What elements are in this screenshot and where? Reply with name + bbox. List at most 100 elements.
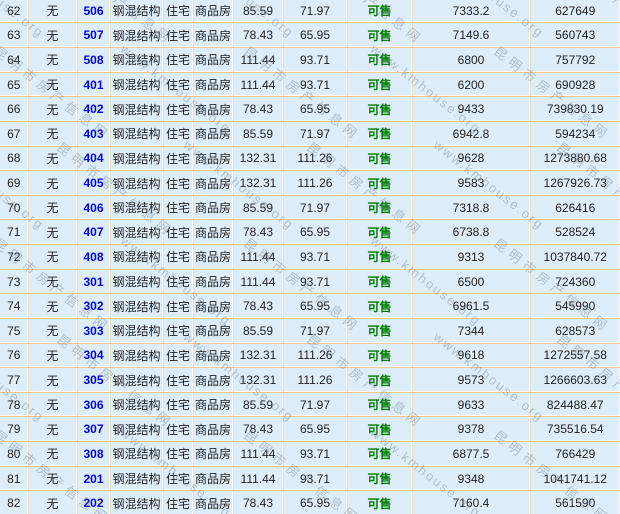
inner-area-cell: 93.71 xyxy=(283,245,347,270)
unit-price-cell: 6800 xyxy=(412,48,530,73)
structure-cell: 钢混结构 xyxy=(110,220,163,245)
structure-cell: 钢混结构 xyxy=(110,466,163,491)
room-number-link[interactable]: 303 xyxy=(83,324,103,338)
sale-status-badge: 可售 xyxy=(367,250,391,264)
house-type-cell: 商品房 xyxy=(193,23,233,48)
build-area-cell: 78.43 xyxy=(233,491,283,514)
room-number-link[interactable]: 201 xyxy=(83,472,103,486)
total-price-cell: 757792 xyxy=(530,48,620,73)
structure-cell: 钢混结构 xyxy=(110,269,163,294)
sequence-number-cell: 67 xyxy=(0,121,28,146)
build-area-cell: 78.43 xyxy=(233,294,283,319)
unit-price-cell: 6200 xyxy=(412,72,530,97)
housing-listing-screen: 62无506钢混结构住宅商品房85.5971.97可售7333.26276496… xyxy=(0,0,620,514)
build-area-cell: 111.44 xyxy=(233,48,283,73)
housing-units-table: 62无506钢混结构住宅商品房85.5971.97可售7333.26276496… xyxy=(0,0,620,514)
room-number-link[interactable]: 301 xyxy=(83,275,103,289)
build-area-cell: 132.31 xyxy=(233,171,283,196)
inner-area-cell: 65.95 xyxy=(283,23,347,48)
mortgage-status-cell: 无 xyxy=(28,72,77,97)
inner-area-cell: 111.26 xyxy=(283,368,347,393)
inner-area-cell: 71.97 xyxy=(283,121,347,146)
unit-price-cell: 9433 xyxy=(412,97,530,122)
house-type-cell: 商品房 xyxy=(193,491,233,514)
room-number-link[interactable]: 403 xyxy=(83,127,103,141)
sale-status-badge: 可售 xyxy=(367,472,391,486)
table-row: 68无404钢混结构住宅商品房132.31111.26可售96281273880… xyxy=(0,146,620,171)
room-number-link[interactable]: 401 xyxy=(83,78,103,92)
sale-status-cell: 可售 xyxy=(347,318,412,343)
room-number-cell: 407 xyxy=(77,220,110,245)
structure-cell: 钢混结构 xyxy=(110,171,163,196)
sale-status-badge: 可售 xyxy=(367,201,391,215)
unit-price-cell: 7333.2 xyxy=(412,0,530,23)
usage-cell: 住宅 xyxy=(163,195,193,220)
house-type-cell: 商品房 xyxy=(193,220,233,245)
room-number-link[interactable]: 302 xyxy=(83,299,103,313)
total-price-cell: 766429 xyxy=(530,442,620,467)
usage-cell: 住宅 xyxy=(163,417,193,442)
room-number-link[interactable]: 305 xyxy=(83,373,103,387)
table-row: 64无508钢混结构住宅商品房111.4493.71可售6800757792 xyxy=(0,48,620,73)
house-type-cell: 商品房 xyxy=(193,48,233,73)
sale-status-badge: 可售 xyxy=(367,300,391,314)
room-number-cell: 201 xyxy=(77,466,110,491)
usage-cell: 住宅 xyxy=(163,121,193,146)
unit-price-cell: 7318.8 xyxy=(412,195,530,220)
room-number-cell: 305 xyxy=(77,368,110,393)
usage-cell: 住宅 xyxy=(163,146,193,171)
table-row: 76无304钢混结构住宅商品房132.31111.26可售96181272557… xyxy=(0,343,620,368)
sale-status-cell: 可售 xyxy=(347,72,412,97)
sale-status-badge: 可售 xyxy=(367,423,391,437)
build-area-cell: 85.59 xyxy=(233,392,283,417)
room-number-link[interactable]: 404 xyxy=(83,151,103,165)
table-row: 74无302钢混结构住宅商品房78.4365.95可售6961.5545990 xyxy=(0,294,620,319)
structure-cell: 钢混结构 xyxy=(110,294,163,319)
room-number-link[interactable]: 506 xyxy=(83,4,103,18)
house-type-cell: 商品房 xyxy=(193,417,233,442)
sale-status-badge: 可售 xyxy=(367,127,391,141)
room-number-link[interactable]: 407 xyxy=(83,225,103,239)
room-number-link[interactable]: 405 xyxy=(83,176,103,190)
sequence-number-cell: 78 xyxy=(0,392,28,417)
room-number-link[interactable]: 408 xyxy=(83,250,103,264)
room-number-link[interactable]: 402 xyxy=(83,102,103,116)
table-row: 77无305钢混结构住宅商品房132.31111.26可售95731266603… xyxy=(0,368,620,393)
room-number-link[interactable]: 304 xyxy=(83,348,103,362)
sale-status-cell: 可售 xyxy=(347,466,412,491)
sale-status-badge: 可售 xyxy=(367,447,391,461)
sale-status-badge: 可售 xyxy=(367,374,391,388)
room-number-link[interactable]: 306 xyxy=(83,398,103,412)
structure-cell: 钢混结构 xyxy=(110,343,163,368)
room-number-link[interactable]: 406 xyxy=(83,201,103,215)
room-number-link[interactable]: 508 xyxy=(83,53,103,67)
sequence-number-cell: 66 xyxy=(0,97,28,122)
total-price-cell: 1272557.58 xyxy=(530,343,620,368)
mortgage-status-cell: 无 xyxy=(28,220,77,245)
sale-status-badge: 可售 xyxy=(367,29,391,43)
room-number-link[interactable]: 307 xyxy=(83,422,103,436)
room-number-link[interactable]: 308 xyxy=(83,447,103,461)
sale-status-cell: 可售 xyxy=(347,245,412,270)
table-row: 78无306钢混结构住宅商品房85.5971.97可售9633824488.47 xyxy=(0,392,620,417)
usage-cell: 住宅 xyxy=(163,466,193,491)
room-number-link[interactable]: 507 xyxy=(83,28,103,42)
unit-price-cell: 6500 xyxy=(412,269,530,294)
table-row: 80无308钢混结构住宅商品房111.4493.71可售6877.5766429 xyxy=(0,442,620,467)
house-type-cell: 商品房 xyxy=(193,294,233,319)
total-price-cell: 560743 xyxy=(530,23,620,48)
total-price-cell: 824488.47 xyxy=(530,392,620,417)
room-number-link[interactable]: 202 xyxy=(83,496,103,510)
room-number-cell: 301 xyxy=(77,269,110,294)
total-price-cell: 561590 xyxy=(530,491,620,514)
sale-status-cell: 可售 xyxy=(347,269,412,294)
room-number-cell: 401 xyxy=(77,72,110,97)
inner-area-cell: 93.71 xyxy=(283,269,347,294)
room-number-cell: 308 xyxy=(77,442,110,467)
house-type-cell: 商品房 xyxy=(193,146,233,171)
unit-price-cell: 6738.8 xyxy=(412,220,530,245)
structure-cell: 钢混结构 xyxy=(110,442,163,467)
house-type-cell: 商品房 xyxy=(193,72,233,97)
house-type-cell: 商品房 xyxy=(193,121,233,146)
usage-cell: 住宅 xyxy=(163,220,193,245)
